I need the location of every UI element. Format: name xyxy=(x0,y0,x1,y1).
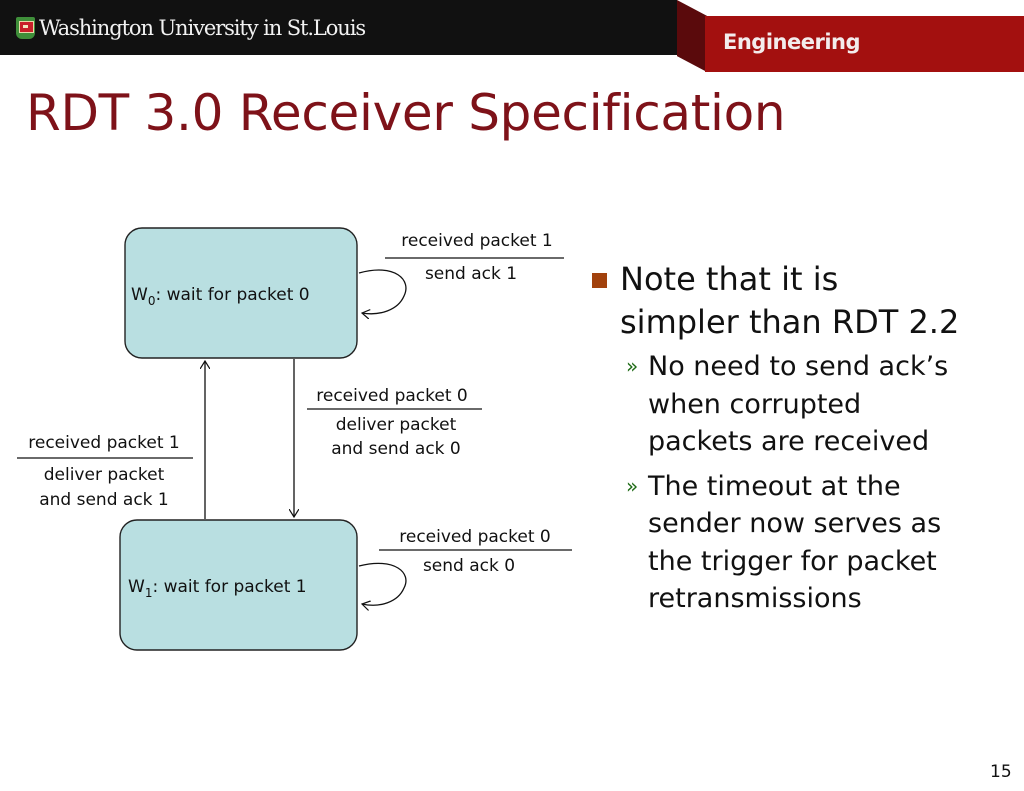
bullet-main-line: Note that it is xyxy=(620,260,839,298)
state-w0-label: W0: wait for packet 0 xyxy=(131,285,310,308)
w0-to-w1-action-line1: deliver packet xyxy=(336,415,457,435)
w1-loop-event: received packet 0 xyxy=(399,527,550,547)
w1-to-w0-action-line1: deliver packet xyxy=(44,465,165,485)
w0-to-w1-event: received packet 0 xyxy=(316,386,467,406)
bullet-main: Note that it is simpler than RDT 2.2 xyxy=(592,258,1022,344)
sub-bullet-line: the trigger for packet xyxy=(648,545,937,577)
bullet-list: Note that it is simpler than RDT 2.2 » N… xyxy=(592,258,1022,625)
w0-loop-event: received packet 1 xyxy=(401,231,552,251)
w0-loop-action: send ack 1 xyxy=(425,264,517,284)
w0-to-w1-action-line2: and send ack 0 xyxy=(331,439,461,459)
sub-bullet: » The timeout at the sender now serves a… xyxy=(592,468,1022,618)
sub-bullet-line: No need to send ack’s xyxy=(648,351,949,382)
chevron-bullet-icon: » xyxy=(626,473,639,498)
sub-bullet-line: packets are received xyxy=(648,426,930,457)
sub-bullet-line: when corrupted xyxy=(648,388,862,420)
w1-to-w0-event: received packet 1 xyxy=(28,433,179,453)
square-bullet-icon xyxy=(592,273,607,288)
state-w1: W1: wait for packet 1 xyxy=(119,519,358,651)
state-w0: W0: wait for packet 0 xyxy=(124,227,358,359)
sub-bullet-line: retransmissions xyxy=(648,583,862,614)
sub-bullet: » No need to send ack’s when corrupted p… xyxy=(592,348,1022,461)
w1-loop-action: send ack 0 xyxy=(423,556,515,576)
chevron-bullet-icon: » xyxy=(626,354,639,378)
sub-bullet-line: sender now serves as xyxy=(648,508,942,539)
bullet-main-line: simpler than RDT 2.2 xyxy=(620,303,960,341)
page-number: 15 xyxy=(990,762,1012,782)
state-w1-label: W1: wait for packet 1 xyxy=(128,577,307,600)
self-loop-w1 xyxy=(358,562,407,605)
self-loop-w0 xyxy=(358,269,407,314)
w1-to-w0-action-line2: and send ack 1 xyxy=(39,490,169,510)
sub-bullet-line: The timeout at the xyxy=(648,470,901,502)
